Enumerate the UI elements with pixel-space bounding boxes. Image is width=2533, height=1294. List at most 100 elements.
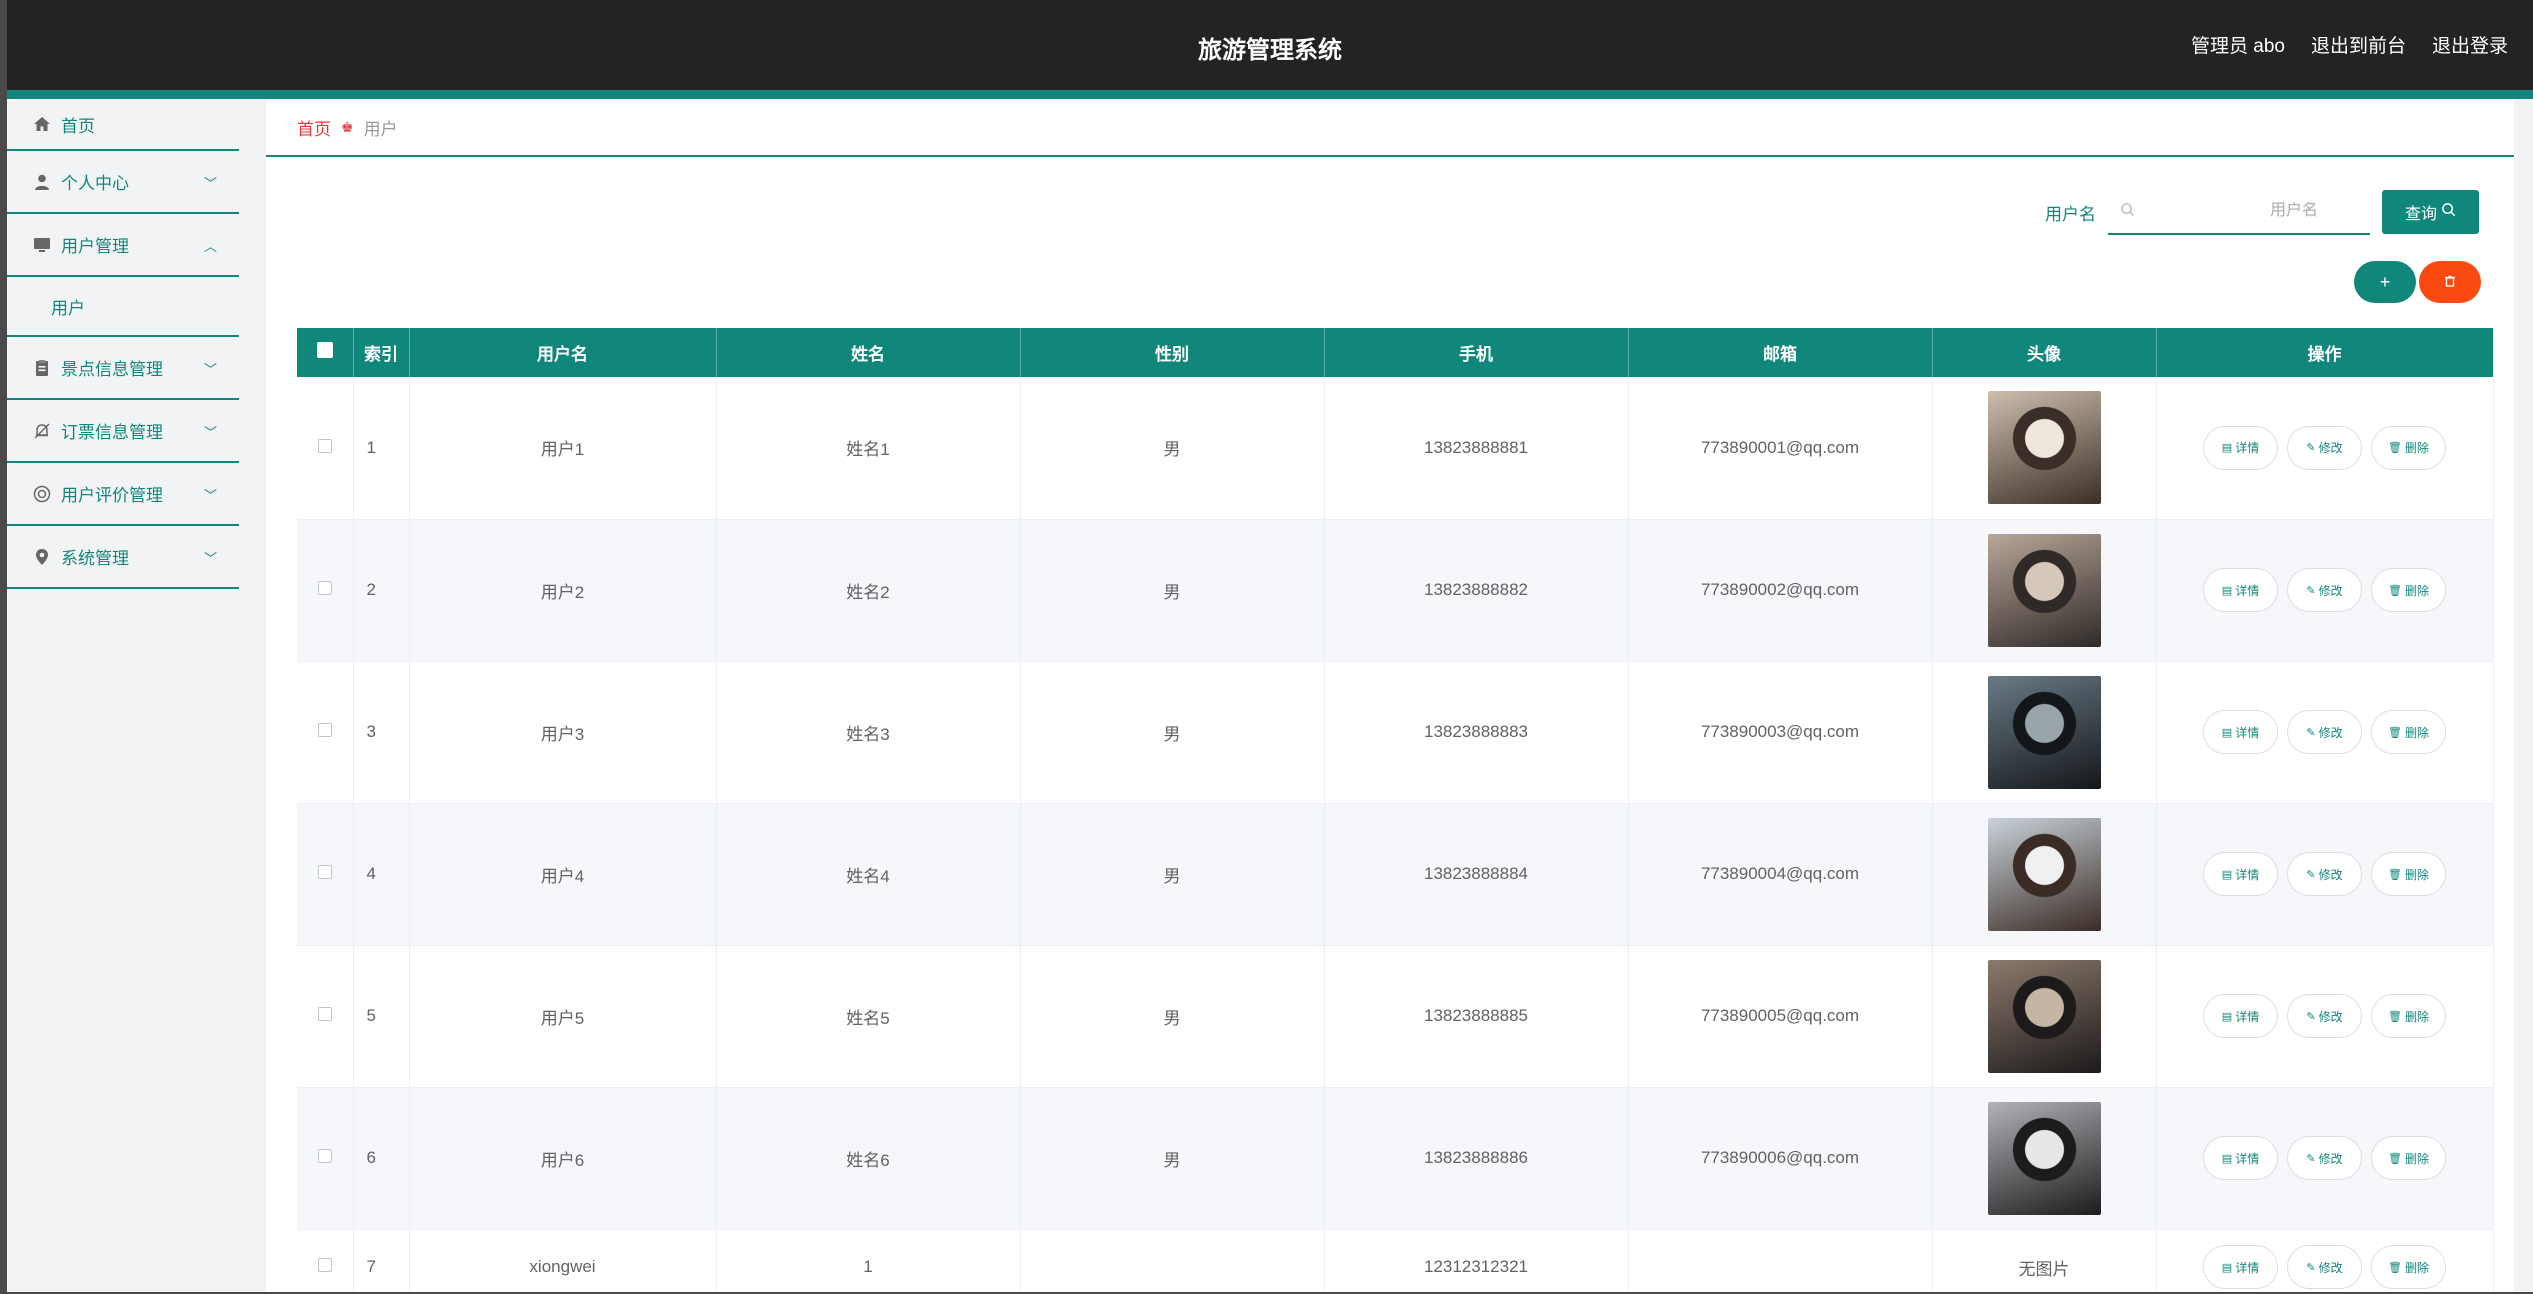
table-row: 7 xiongwei 1 12312312321 无图片 ▤ 详情 ✎ 修改 🗑 删除 bbox=[297, 1229, 2494, 1292]
document-icon: ▤ bbox=[2221, 442, 2233, 455]
email-cell: 773890006@qq.com bbox=[1628, 1087, 1933, 1230]
edit-button[interactable]: ✎ 修改 bbox=[2287, 568, 2362, 612]
sidebar-item-system-management[interactable]: 系统管理 ﹀ bbox=[7, 526, 239, 589]
avatar bbox=[1987, 391, 2101, 505]
name-cell: 姓名2 bbox=[716, 519, 1021, 662]
row-checkbox[interactable] bbox=[297, 945, 354, 1088]
detail-label: 详情 bbox=[2235, 583, 2260, 598]
detail-label: 详情 bbox=[2235, 1009, 2260, 1024]
sidebar-subitem-users[interactable]: 用户 bbox=[7, 277, 239, 337]
document-icon: ▤ bbox=[2221, 868, 2233, 881]
detail-label: 详情 bbox=[2235, 867, 2260, 882]
pin-icon bbox=[33, 548, 51, 566]
breadcrumb-home[interactable]: 首页 bbox=[297, 115, 331, 140]
edit-button[interactable]: ✎ 修改 bbox=[2287, 425, 2362, 470]
detail-label: 详情 bbox=[2235, 1151, 2260, 1166]
search-icon bbox=[2120, 202, 2135, 221]
edit-label: 修改 bbox=[2318, 867, 2343, 882]
edit-button[interactable]: ✎ 修改 bbox=[2287, 710, 2362, 754]
row-checkbox[interactable] bbox=[297, 1087, 354, 1230]
exit-to-front-link[interactable]: 退出到前台 bbox=[2311, 31, 2406, 58]
gender-cell: 男 bbox=[1020, 945, 1325, 1088]
row-checkbox[interactable] bbox=[297, 803, 354, 946]
select-all-checkbox[interactable] bbox=[297, 328, 354, 377]
search-bar: 用户名 查询 bbox=[2045, 189, 2479, 235]
logout-link[interactable]: 退出登录 bbox=[2432, 31, 2508, 58]
detail-button[interactable]: ▤ 详情 bbox=[2203, 1136, 2278, 1180]
breadcrumb: 首页 ♚ 用户 bbox=[266, 99, 2514, 157]
detail-button[interactable]: ▤ 详情 bbox=[2203, 994, 2278, 1038]
gender-cell: 男 bbox=[1020, 519, 1325, 662]
row-checkbox[interactable] bbox=[297, 661, 354, 804]
sidebar-item-attraction-management[interactable]: 景点信息管理 ﹀ bbox=[7, 337, 239, 400]
sidebar-item-home[interactable]: 首页 bbox=[7, 99, 239, 151]
name-cell: 姓名6 bbox=[716, 1087, 1021, 1230]
pencil-icon: ✎ bbox=[2306, 584, 2316, 597]
phone-cell: 13823888881 bbox=[1324, 377, 1629, 520]
username-cell: 用户5 bbox=[409, 945, 717, 1088]
gender-cell: 男 bbox=[1020, 803, 1325, 946]
delete-label: 删除 bbox=[2404, 441, 2429, 456]
edit-button[interactable]: ✎ 修改 bbox=[2287, 1245, 2362, 1289]
avatar-cell bbox=[1932, 661, 2157, 804]
email-cell: 773890002@qq.com bbox=[1628, 519, 1933, 662]
delete-button[interactable]: 🗑 删除 bbox=[2371, 1245, 2446, 1289]
sidebar-item-ticket-management[interactable]: 订票信息管理 ﹀ bbox=[7, 400, 239, 463]
delete-label: 删除 bbox=[2404, 583, 2429, 598]
gender-cell: 男 bbox=[1020, 661, 1325, 804]
username-cell: 用户3 bbox=[409, 661, 717, 804]
edit-button[interactable]: ✎ 修改 bbox=[2287, 1136, 2362, 1180]
delete-button[interactable]: 🗑 删除 bbox=[2371, 568, 2446, 612]
delete-label: 删除 bbox=[2404, 1260, 2429, 1275]
column-header: 操作 bbox=[2156, 328, 2494, 377]
delete-button[interactable]: 🗑 删除 bbox=[2371, 425, 2446, 470]
trash-icon: 🗑 bbox=[2388, 584, 2402, 597]
operations-cell: ▤ 详情 ✎ 修改 🗑 删除 bbox=[2156, 519, 2494, 662]
phone-cell: 13823888882 bbox=[1324, 519, 1629, 662]
delete-label: 删除 bbox=[2404, 1009, 2429, 1024]
add-button[interactable]: + bbox=[2354, 261, 2416, 303]
header-accent-strip bbox=[7, 90, 2533, 99]
avatar-cell bbox=[1932, 519, 2157, 662]
detail-button[interactable]: ▤ 详情 bbox=[2203, 710, 2278, 754]
sidebar-item-personal-center[interactable]: 个人中心 ﹀ bbox=[7, 151, 239, 214]
detail-button[interactable]: ▤ 详情 bbox=[2203, 425, 2278, 470]
edit-label: 修改 bbox=[2318, 1009, 2343, 1024]
delete-button[interactable]: 🗑 删除 bbox=[2371, 994, 2446, 1038]
batch-delete-button[interactable] bbox=[2419, 261, 2481, 303]
row-checkbox[interactable] bbox=[297, 1229, 354, 1292]
email-cell: 773890001@qq.com bbox=[1628, 377, 1933, 520]
phone-cell: 13823888885 bbox=[1324, 945, 1629, 1088]
row-checkbox[interactable] bbox=[297, 519, 354, 662]
trash-icon: 🗑 bbox=[2388, 442, 2402, 455]
content-area: 用户名 查询 + bbox=[266, 169, 2514, 1292]
edit-button[interactable]: ✎ 修改 bbox=[2287, 852, 2362, 896]
phone-cell: 13823888886 bbox=[1324, 1087, 1629, 1230]
edit-button[interactable]: ✎ 修改 bbox=[2287, 994, 2362, 1038]
avatar-cell bbox=[1932, 1087, 2157, 1230]
avatar-cell: 无图片 bbox=[1932, 1229, 2157, 1292]
avatar-cell bbox=[1932, 945, 2157, 1088]
delete-button[interactable]: 🗑 删除 bbox=[2371, 852, 2446, 896]
search-field-wrapper bbox=[2108, 189, 2370, 235]
operations-cell: ▤ 详情 ✎ 修改 🗑 删除 bbox=[2156, 661, 2494, 804]
pencil-icon: ✎ bbox=[2306, 1010, 2316, 1023]
gender-cell: 男 bbox=[1020, 377, 1325, 520]
detail-button[interactable]: ▤ 详情 bbox=[2203, 568, 2278, 612]
detail-button[interactable]: ▤ 详情 bbox=[2203, 1245, 2278, 1289]
query-button[interactable]: 查询 bbox=[2382, 190, 2479, 234]
operations-cell: ▤ 详情 ✎ 修改 🗑 删除 bbox=[2156, 1229, 2494, 1292]
sidebar-item-user-management[interactable]: 用户管理 ︿ bbox=[7, 214, 239, 277]
row-checkbox[interactable] bbox=[297, 377, 354, 520]
sidebar-item-review-management[interactable]: 用户评价管理 ﹀ bbox=[7, 463, 239, 526]
detail-button[interactable]: ▤ 详情 bbox=[2203, 852, 2278, 896]
column-header: 用户名 bbox=[409, 328, 717, 377]
username-search-input[interactable] bbox=[2135, 202, 2358, 220]
admin-label: 管理员 abo bbox=[2190, 36, 2285, 57]
chevron-down-icon: ﹀ bbox=[203, 425, 217, 440]
document-icon: ▤ bbox=[2221, 1261, 2233, 1274]
plus-icon: + bbox=[2379, 271, 2391, 292]
delete-button[interactable]: 🗑 删除 bbox=[2371, 1136, 2446, 1180]
pencil-icon: ✎ bbox=[2306, 726, 2316, 739]
delete-button[interactable]: 🗑 删除 bbox=[2371, 710, 2446, 754]
